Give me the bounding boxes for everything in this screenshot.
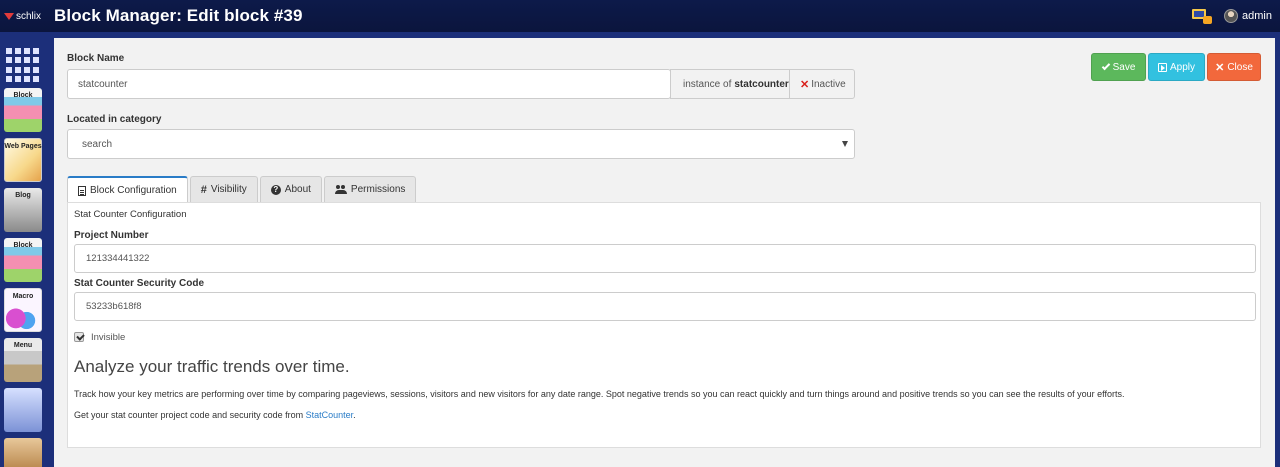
save-button[interactable]: Save bbox=[1091, 53, 1146, 81]
instance-name: statcounter bbox=[734, 78, 789, 90]
category-value: search bbox=[82, 138, 113, 150]
sidebar-item-label: Block bbox=[13, 92, 33, 99]
chevron-down-icon bbox=[842, 141, 848, 147]
invisible-label: Invisible bbox=[91, 332, 126, 343]
apply-label: Apply bbox=[1169, 61, 1195, 73]
sidebar-item-label: Block bbox=[13, 242, 33, 249]
description-text: Track how your key metrics are performin… bbox=[74, 389, 1125, 399]
sidebar: Block Web Pages Blog Block Macro Menu bbox=[0, 38, 46, 467]
instance-of-addon: instance of statcounter bbox=[670, 69, 790, 99]
sidebar-item-label: Menu bbox=[13, 342, 33, 349]
notification-badge bbox=[1203, 16, 1213, 24]
project-number-label: Project Number bbox=[74, 230, 149, 241]
close-label: Close bbox=[1227, 61, 1253, 73]
tab-block-configuration[interactable]: Block Configuration bbox=[67, 176, 188, 203]
tab-label: Block Configuration bbox=[90, 185, 177, 196]
invisible-checkbox[interactable] bbox=[74, 332, 84, 342]
apply-button[interactable]: Apply bbox=[1148, 53, 1205, 81]
statcounter-link[interactable]: StatCounter bbox=[306, 410, 354, 420]
sidebar-item-blog[interactable]: Blog bbox=[4, 188, 42, 232]
category-select[interactable]: search bbox=[67, 129, 855, 159]
close-icon: ✕ bbox=[1215, 61, 1225, 74]
apps-grid-icon[interactable] bbox=[6, 48, 40, 82]
sidebar-item-block-2[interactable]: Block bbox=[4, 238, 42, 282]
block-name-input[interactable]: statcounter bbox=[67, 69, 671, 99]
brand-name: schlix bbox=[16, 10, 42, 22]
page-title: Block Manager: Edit block #39 bbox=[54, 6, 303, 25]
question-icon: ? bbox=[270, 184, 281, 195]
document-icon bbox=[78, 185, 86, 196]
category-label: Located in category bbox=[67, 114, 162, 125]
tab-label: Visibility bbox=[210, 184, 247, 195]
sidebar-item-users[interactable] bbox=[4, 388, 42, 432]
sidebar-item-label: Blog bbox=[15, 192, 31, 199]
security-code-label: Stat Counter Security Code bbox=[74, 278, 205, 289]
main-panel: Block Name statcounter instance of statc… bbox=[54, 38, 1275, 467]
status-toggle[interactable]: ✕ Inactive bbox=[789, 69, 855, 99]
tab-bar: Block Configuration # Visibility ? About… bbox=[67, 176, 417, 203]
apply-icon bbox=[1157, 62, 1167, 72]
sidebar-item-label: Web Pages bbox=[4, 143, 42, 150]
users-icon bbox=[334, 185, 347, 194]
top-bar: schlix Block Manager: Edit block #39 adm… bbox=[0, 0, 1280, 32]
user-name: admin bbox=[1242, 10, 1272, 22]
save-label: Save bbox=[1112, 61, 1136, 73]
statcounter-note: Get your stat counter project code and s… bbox=[74, 410, 356, 420]
hash-icon: # bbox=[200, 183, 207, 196]
description-heading: Analyze your traffic trends over time. bbox=[74, 357, 350, 376]
sidebar-item-macro[interactable]: Macro bbox=[4, 288, 42, 332]
sidebar-item-block[interactable]: Block bbox=[4, 88, 42, 132]
security-code-input[interactable]: 53233b618f8 bbox=[74, 292, 1256, 321]
user-menu[interactable]: admin bbox=[1224, 9, 1272, 23]
project-number-input[interactable]: 121334441322 bbox=[74, 244, 1256, 273]
sidebar-item-web-pages[interactable]: Web Pages bbox=[4, 138, 42, 182]
inactive-x-icon: ✕ bbox=[800, 78, 810, 91]
status-text: Inactive bbox=[811, 78, 846, 90]
tab-label: About bbox=[284, 184, 311, 195]
brand-logo[interactable]: schlix bbox=[0, 11, 50, 22]
tab-about[interactable]: ? About bbox=[259, 176, 322, 202]
notifications-icon[interactable] bbox=[1192, 9, 1213, 24]
close-button[interactable]: ✕ Close bbox=[1207, 53, 1261, 81]
block-name-label: Block Name bbox=[67, 53, 125, 64]
tab-visibility[interactable]: # Visibility bbox=[189, 176, 258, 202]
tab-permissions[interactable]: Permissions bbox=[323, 176, 417, 202]
note-suffix: . bbox=[353, 410, 356, 420]
note-prefix: Get your stat counter project code and s… bbox=[74, 410, 304, 420]
sidebar-item-label: Macro bbox=[12, 293, 34, 300]
check-icon bbox=[1101, 61, 1110, 70]
avatar bbox=[1224, 9, 1239, 23]
sidebar-item-menu[interactable]: Menu bbox=[4, 338, 42, 382]
schlix-logo-icon bbox=[4, 12, 14, 20]
top-right-area: admin bbox=[1192, 0, 1272, 32]
tab-label: Permissions bbox=[350, 184, 406, 195]
section-title: Stat Counter Configuration bbox=[74, 209, 187, 220]
tab-panel: Stat Counter Configuration Project Numbe… bbox=[67, 202, 1261, 448]
instance-prefix: instance of bbox=[683, 78, 732, 90]
sidebar-item-tools[interactable] bbox=[4, 438, 42, 467]
